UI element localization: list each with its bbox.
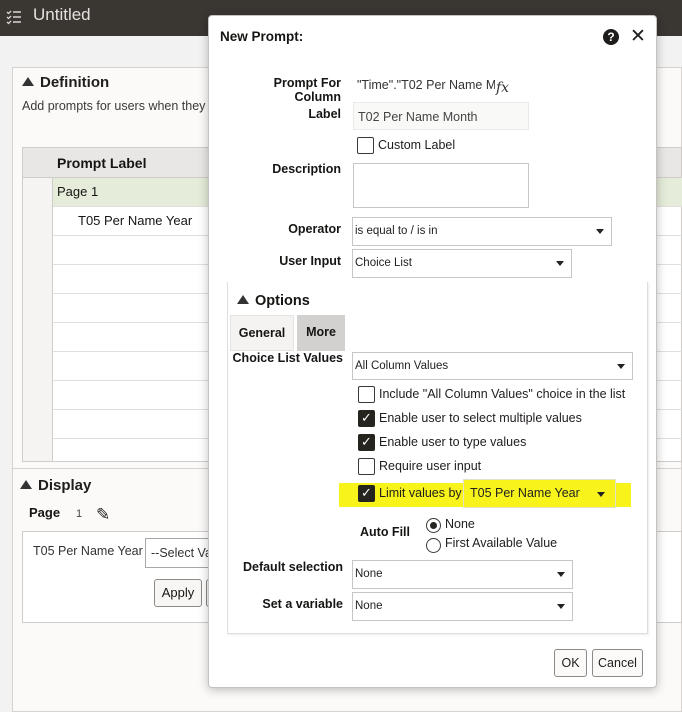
- dialog-title: New Prompt:: [220, 29, 304, 44]
- list-menu-icon[interactable]: [6, 9, 22, 25]
- label-input[interactable]: T02 Per Name Month: [353, 102, 529, 130]
- tab-general[interactable]: General: [230, 315, 294, 351]
- set-variable-select[interactable]: None: [352, 592, 573, 621]
- chevron-down-icon: [597, 492, 605, 497]
- collapse-triangle-icon[interactable]: [22, 77, 34, 86]
- apply-button[interactable]: Apply: [154, 579, 202, 607]
- tab-more[interactable]: More: [297, 315, 345, 351]
- page-label: Page: [29, 505, 61, 520]
- page-value: 1: [76, 508, 83, 520]
- row-gutter: [23, 148, 53, 461]
- help-icon[interactable]: ?: [603, 29, 619, 45]
- default-selection-label: Default selection: [242, 560, 343, 574]
- definition-hint: Add prompts for users when they: [22, 99, 206, 113]
- prompt-for-column-value: "Time"."T02 Per Name M: [357, 78, 495, 92]
- limit-values-label: Limit values by: [379, 486, 462, 500]
- custom-label-checkbox[interactable]: [357, 137, 374, 154]
- new-prompt-dialog: New Prompt: ? ✕ Prompt For Column "Time"…: [208, 15, 657, 688]
- choice-list-values-select[interactable]: All Column Values: [352, 352, 633, 380]
- choice-list-values-value: All Column Values: [355, 360, 449, 372]
- chevron-down-icon: [557, 572, 565, 577]
- ok-button[interactable]: OK: [554, 649, 587, 677]
- multiple-values-checkbox[interactable]: [358, 410, 375, 427]
- chevron-down-icon: [596, 229, 604, 234]
- user-input-select-value: Choice List: [355, 257, 412, 269]
- close-icon[interactable]: ✕: [630, 25, 646, 48]
- operator-select[interactable]: is equal to / is in: [352, 217, 612, 246]
- set-variable-label: Set a variable: [262, 597, 343, 611]
- edit-pencil-icon[interactable]: ✎: [96, 505, 110, 525]
- label-field-label: Label: [308, 107, 341, 121]
- user-input-select[interactable]: Choice List: [352, 249, 572, 278]
- type-values-checkbox[interactable]: [358, 434, 375, 451]
- column-header-prompt-label: Prompt Label: [57, 155, 147, 171]
- display-heading: Display: [38, 477, 92, 494]
- collapse-triangle-icon[interactable]: [20, 480, 32, 489]
- require-input-checkbox[interactable]: [358, 458, 375, 475]
- default-selection-value: None: [355, 568, 383, 580]
- definition-section-header[interactable]: Definition: [22, 74, 109, 91]
- limit-values-select[interactable]: T05 Per Name Year: [463, 479, 616, 508]
- description-input[interactable]: [353, 163, 529, 208]
- custom-label-text: Custom Label: [378, 138, 456, 152]
- chevron-down-icon: [617, 364, 625, 369]
- options-heading: Options: [255, 293, 310, 309]
- auto-fill-label: Auto Fill: [360, 525, 410, 539]
- limit-values-select-value: T05 Per Name Year: [470, 486, 580, 500]
- app-title: Untitled: [33, 5, 91, 24]
- operator-label: Operator: [288, 222, 341, 236]
- auto-fill-none-label: None: [445, 517, 475, 531]
- auto-fill-first-label: First Available Value: [445, 536, 558, 550]
- row-label: T05 Per Name Year: [78, 213, 193, 228]
- collapse-triangle-icon[interactable]: [237, 295, 249, 304]
- cancel-button[interactable]: Cancel: [592, 649, 643, 677]
- options-section-header[interactable]: Options: [237, 293, 310, 309]
- row-label: Page 1: [57, 184, 99, 199]
- set-variable-value: None: [355, 600, 383, 612]
- choice-list-values-label: Choice List Values: [232, 351, 343, 365]
- chevron-down-icon: [556, 261, 564, 266]
- default-selection-select[interactable]: None: [352, 560, 573, 589]
- operator-select-value: is equal to / is in: [355, 225, 438, 237]
- include-all-values-label: Include "All Column Values" choice in th…: [379, 387, 626, 401]
- preview-prompt-label: T05 Per Name Year: [33, 544, 143, 558]
- type-values-label: Enable user to type values: [379, 435, 527, 449]
- definition-heading: Definition: [40, 74, 110, 91]
- description-label: Description: [272, 162, 341, 176]
- include-all-values-checkbox[interactable]: [358, 386, 375, 403]
- fx-formula-icon[interactable]: fx: [496, 80, 509, 96]
- prompt-for-column-label: Prompt For Column: [273, 76, 341, 104]
- limit-values-checkbox[interactable]: [358, 485, 375, 502]
- require-input-label: Require user input: [379, 459, 482, 473]
- auto-fill-none-radio[interactable]: [426, 518, 441, 533]
- display-section-header[interactable]: Display: [20, 477, 91, 494]
- multiple-values-label: Enable user to select multiple values: [379, 411, 582, 425]
- chevron-down-icon: [557, 604, 565, 609]
- user-input-label: User Input: [279, 254, 341, 268]
- auto-fill-first-radio[interactable]: [426, 538, 441, 553]
